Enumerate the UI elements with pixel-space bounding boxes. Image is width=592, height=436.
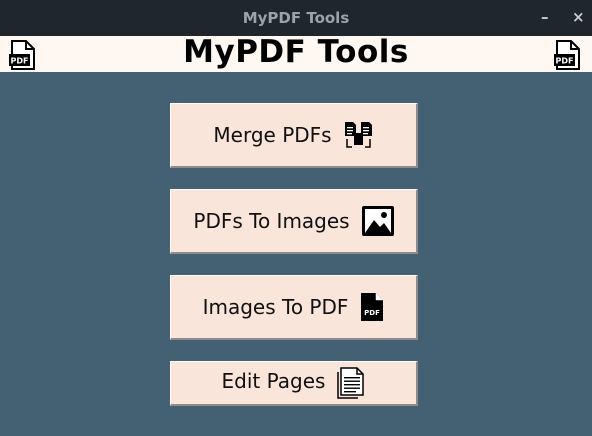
images-to-pdf-button[interactable]: Images To PDF PDF [170,275,418,340]
merge-pdfs-label: Merge PDFs [213,123,332,147]
edit-pages-button[interactable]: Edit Pages [170,361,418,406]
pdf-file-icon: PDF [360,293,384,321]
window-titlebar: MyPDF Tools – × [0,0,592,36]
app-title: MyPDF Tools [183,34,409,70]
images-to-pdf-label: Images To PDF [202,295,349,319]
pdfs-to-images-label: PDFs To Images [193,209,350,233]
window-title: MyPDF Tools [242,9,350,27]
pdf-file-icon: PDF [554,40,580,70]
pdf-icon-text: PDF [556,57,574,66]
app-header: PDF MyPDF Tools PDF [0,34,592,72]
minimize-button[interactable]: – [541,8,549,26]
close-button[interactable]: × [572,8,585,26]
merge-pdfs-button[interactable]: Merge PDFs [170,103,418,168]
merge-documents-icon [344,121,374,149]
pages-icon [337,367,365,399]
pdfs-to-images-button[interactable]: PDFs To Images [170,189,418,254]
image-icon [361,206,394,236]
edit-pages-label: Edit Pages [221,369,326,393]
pdf-icon-text: PDF [365,309,381,317]
